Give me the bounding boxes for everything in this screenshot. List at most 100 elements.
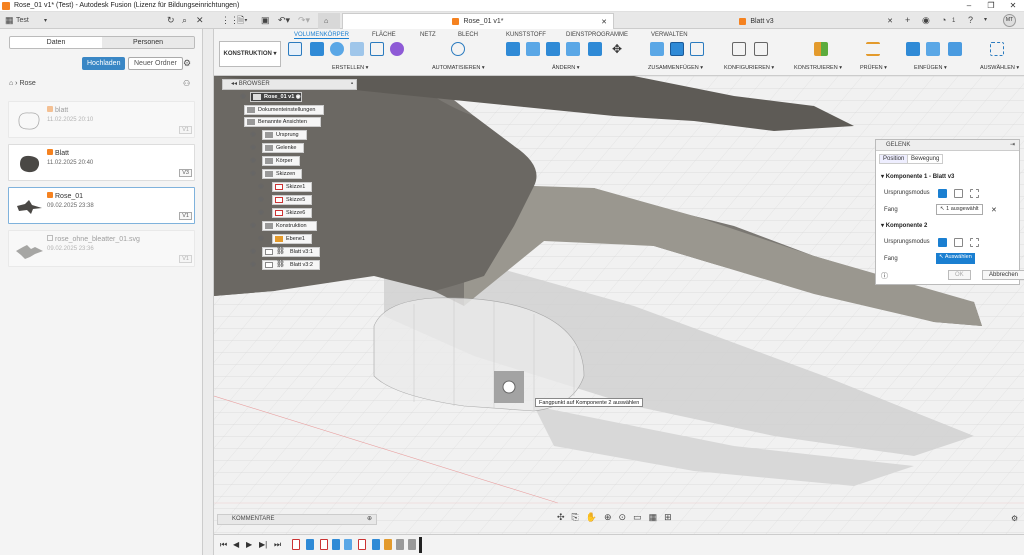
browser-node[interactable]: Skizzen — [262, 169, 302, 179]
group-assemble[interactable]: ZUSAMMENFÜGEN ▾ — [648, 65, 703, 71]
eye-icon[interactable]: ◉ — [250, 156, 256, 164]
search-icon[interactable]: ⌕ — [182, 15, 187, 25]
joint-icon[interactable] — [670, 42, 684, 56]
fillet-icon[interactable] — [526, 42, 540, 56]
eye-icon[interactable]: ◉ — [250, 221, 256, 229]
timeline-component-item[interactable] — [344, 539, 352, 550]
snap2-select-button[interactable]: ↖ Auswählen — [936, 253, 975, 264]
eye-icon[interactable]: ◉ — [240, 92, 246, 100]
timeline-extrude-item[interactable] — [372, 539, 380, 550]
cancel-button[interactable]: Abbrechen — [982, 270, 1024, 280]
display-settings-icon[interactable]: ▭ — [633, 512, 642, 523]
eye-icon[interactable]: ◉ — [250, 169, 256, 177]
origin-mode-simple-icon[interactable] — [938, 238, 947, 247]
go-to-end-icon[interactable]: ⏭ — [274, 541, 281, 549]
eye-icon[interactable]: ◉ — [250, 130, 256, 138]
minimize-button[interactable]: – — [958, 0, 980, 12]
origin-mode-between-icon[interactable] — [954, 189, 963, 198]
tab-people[interactable]: Personen — [102, 37, 194, 48]
timeline-joint-item[interactable] — [396, 539, 404, 550]
group-inspect[interactable]: PRÜFEN ▾ — [860, 65, 887, 71]
browser-node[interactable]: Benannte Ansichten — [244, 117, 321, 127]
job-status-icon[interactable]: ◔ — [941, 15, 946, 25]
joint-dialog-header[interactable]: GELENK ⇥ — [876, 140, 1019, 151]
automate-icon[interactable] — [451, 42, 465, 56]
save-icon[interactable]: ▣ — [261, 15, 270, 25]
info-icon[interactable]: ⓘ — [881, 271, 888, 281]
group-automate[interactable]: AUTOMATISIEREN ▾ — [432, 65, 485, 71]
browser-node[interactable]: ⛓ Blatt v3:2 — [262, 260, 320, 270]
zoom-window-icon[interactable]: ⊙ — [619, 512, 627, 523]
refresh-icon[interactable]: ↻ — [167, 15, 175, 25]
settings-icon[interactable]: ⚙ — [1011, 514, 1018, 523]
browser-node[interactable]: Ursprung — [262, 130, 307, 140]
eye-icon[interactable]: ◉ — [258, 195, 264, 203]
offset-plane-icon[interactable] — [814, 42, 828, 56]
chevron-down-icon[interactable]: ▾ — [44, 16, 47, 26]
configure-icon[interactable] — [732, 42, 746, 56]
browser-node[interactable]: Körper — [262, 156, 300, 166]
tab-motion[interactable]: Bewegung — [907, 154, 944, 164]
group-insert[interactable]: EINFÜGEN ▾ — [914, 65, 947, 71]
file-menu-icon[interactable]: 🗎▾ — [237, 15, 248, 25]
shell-icon[interactable] — [566, 42, 580, 56]
combine-icon[interactable] — [588, 42, 602, 56]
new-component-icon[interactable] — [650, 42, 664, 56]
timeline-plane-item[interactable] — [384, 539, 392, 550]
browser-node[interactable]: Ebene1 — [272, 234, 312, 244]
project-selector[interactable]: Test — [16, 16, 29, 26]
close-panel-icon[interactable]: ✕ — [196, 15, 204, 25]
eye-icon[interactable]: ◉ — [250, 143, 256, 151]
breadcrumb-folder[interactable]: Rose — [19, 80, 35, 87]
comments-bar[interactable]: KOMMENTARE ⊕ — [217, 514, 377, 525]
workspace-switcher[interactable]: KONSTRUKTION ▾ — [219, 41, 281, 67]
list-item[interactable]: rose_ohne_bleatter_01.svg 09.02.2025 23:… — [8, 230, 195, 267]
step-back-icon[interactable]: ◀ — [233, 541, 239, 549]
timeline-sketch-item[interactable] — [358, 539, 366, 550]
look-at-icon[interactable]: ⎘ — [572, 512, 579, 523]
extrude-icon[interactable] — [310, 42, 324, 56]
version-badge[interactable]: V1 — [179, 255, 192, 263]
version-badge[interactable]: V1 — [179, 126, 192, 134]
list-item[interactable]: Rose_01 09.02.2025 23:38 V1 — [8, 187, 195, 224]
timeline-sketch-item[interactable] — [292, 539, 300, 550]
component1-header[interactable]: ▾ Komponente 1 - Blatt v3 — [881, 173, 954, 180]
extensions-icon[interactable]: ◉ — [922, 15, 930, 25]
origin-mode-point-icon[interactable] — [970, 238, 979, 247]
group-construct[interactable]: KONSTRUIEREN ▾ — [794, 65, 842, 71]
list-item[interactable]: Blatt 11.02.2025 20:40 V3 — [8, 144, 195, 181]
browser-node[interactable]: Konstruktion — [262, 221, 317, 231]
gear-icon[interactable]: ⚙ — [183, 58, 191, 69]
browser-root[interactable]: Rose_01 v1 ◉ — [250, 92, 302, 102]
go-to-start-icon[interactable]: ⏮ — [220, 541, 227, 549]
origin-mode-point-icon[interactable] — [970, 189, 979, 198]
eye-icon[interactable]: ◉ — [258, 234, 264, 242]
play-icon[interactable]: ▶ — [246, 541, 252, 549]
add-tab-icon[interactable]: + — [905, 15, 910, 25]
tab-manage[interactable]: VERWALTEN — [651, 32, 688, 38]
insert-mesh-icon[interactable] — [926, 42, 940, 56]
home-icon[interactable]: ⌂ — [9, 80, 13, 87]
browser-node[interactable]: Skizze5 — [272, 195, 312, 205]
collapse-icon[interactable]: ◂◂ — [231, 81, 239, 87]
tab-mesh[interactable]: NETZ — [420, 32, 436, 38]
upload-button[interactable]: Hochladen — [82, 57, 126, 70]
chevron-down-icon[interactable]: ▾ — [984, 15, 987, 25]
maximize-button[interactable]: ❐ — [980, 0, 1002, 12]
version-badge[interactable]: V3 — [179, 169, 192, 177]
press-pull-icon[interactable] — [506, 42, 520, 56]
origin-mode-between-icon[interactable] — [954, 238, 963, 247]
list-item[interactable]: blatt 11.02.2025 20:10 V1 — [8, 101, 195, 138]
close-button[interactable]: ✕ — [1002, 0, 1024, 12]
origin-mode-simple-icon[interactable] — [938, 189, 947, 198]
version-badge[interactable]: V1 — [179, 212, 192, 220]
panel-divider[interactable] — [203, 29, 214, 555]
insert-image-icon[interactable] — [948, 42, 962, 56]
create-sketch-icon[interactable] — [288, 42, 302, 56]
tab-plastic[interactable]: KUNSTSTOFF — [506, 32, 546, 38]
measure-icon[interactable] — [866, 42, 880, 56]
browser-header[interactable]: ◂◂ BROWSER ▪ — [222, 79, 357, 90]
tab-rose[interactable]: Rose_01 v1* ✕ — [342, 13, 614, 29]
tab-data[interactable]: Daten — [10, 37, 102, 48]
pattern-icon[interactable] — [370, 42, 384, 56]
